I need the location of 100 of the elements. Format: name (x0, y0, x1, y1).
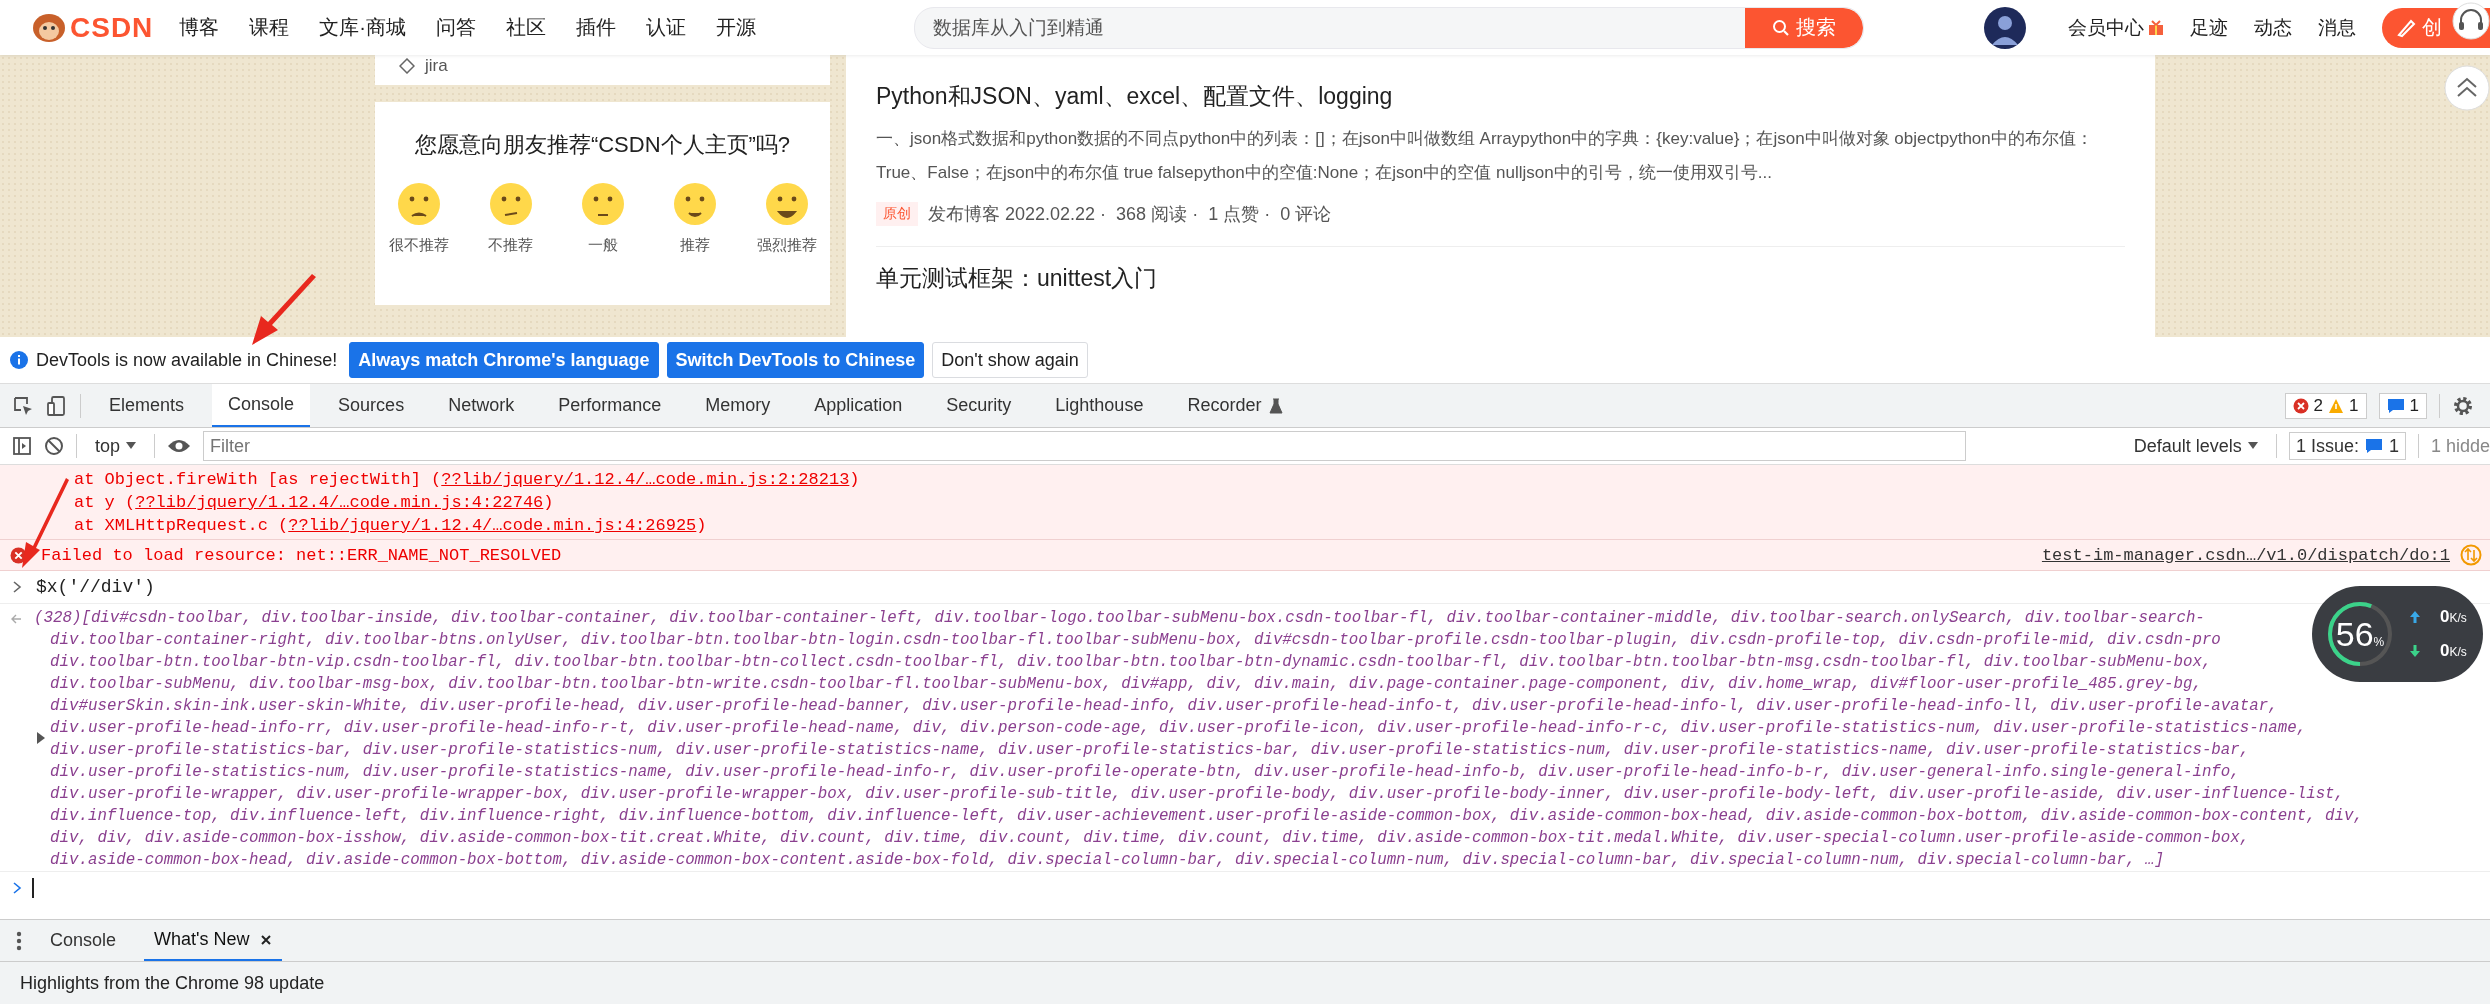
prompt-chevron-icon (12, 581, 22, 593)
info-button[interactable]: Don't show again (932, 342, 1088, 378)
devtools-tab[interactable]: Recorder (1171, 384, 1300, 427)
nav-link[interactable]: 博客 (179, 14, 220, 41)
survey-question: 您愿意向朋友推荐“CSDN个人主页”吗? (414, 131, 791, 159)
source-link[interactable]: ??lib/jquery/1.12.4/…code.min.js:2:28213 (441, 470, 850, 489)
result-line: div.influence-top, div.influence-left, div.influence-right, div.influence-bottom, div.influence-left, div.user-achievement.user-profile-aside-common-box, div.aside-common-box-head, div.aside-common-box-bottom, div.aside-common-box-content, div, (50, 806, 2364, 827)
nav-link[interactable]: 文库·商城 (319, 14, 406, 41)
info-button[interactable]: Always match Chrome's language (349, 342, 659, 378)
error-icon (2292, 397, 2309, 414)
source-link[interactable]: ??lib/jquery/1.12.4/…code.min.js:4:22746 (135, 493, 544, 512)
article-stat: 0 评论 (1280, 203, 1332, 226)
devtools-tab[interactable]: Lighthouse (1039, 384, 1160, 427)
command-text: $x('//div') (36, 577, 155, 597)
stack-trace-line: at XMLHttpRequest.c (??lib/jquery/1.12.4/…code.min.js:4:26925) (74, 515, 708, 537)
emoji-icon (488, 182, 533, 226)
close-icon[interactable] (259, 933, 272, 946)
monkey-logo-icon (32, 12, 66, 43)
warning-count: 1 (2349, 395, 2359, 416)
inspect-icon[interactable] (12, 394, 34, 417)
original-badge: 原创 (876, 202, 918, 226)
emoji-icon (764, 182, 809, 226)
log-levels-dropdown[interactable]: Default levels (2127, 434, 2264, 458)
download-icon (2410, 645, 2420, 657)
article-title[interactable]: 单元测试框架：unittest入门 (876, 263, 2125, 294)
rating-option[interactable]: 强烈推荐 (751, 182, 822, 255)
result-line: div.user-profile-wrapper, div.user-profile-wrapper-box, div.user-profile-wrapper-box, div.user-profile-sub-title, div.user-profile-body, div.user-profile-body-inner, div.user-profile-body-left, div.user-profile-aside, div.user-influence-list, (50, 784, 2345, 805)
rating-option[interactable]: 推荐 (659, 182, 730, 255)
info-icon (10, 351, 28, 369)
whats-new-message: Highlights from the Chrome 98 update (20, 972, 325, 994)
devtools-tab[interactable]: Performance (542, 384, 678, 427)
rating-option[interactable]: 很不推荐 (383, 182, 454, 255)
context-dropdown[interactable]: top (89, 434, 143, 458)
avatar[interactable] (1984, 6, 2026, 49)
nav-link[interactable]: 社区 (506, 14, 546, 41)
rating-option[interactable]: 一般 (567, 182, 638, 255)
devtools-tab[interactable]: Network (432, 384, 531, 427)
annotation-arrow (252, 274, 316, 345)
result-line: div.user-profile-head-info-rr, div.user-profile-head-info-r-t, div.user-profile-head-name, div, div.person-code-age, div.user-profile-icon, div.user-profile-head-info-r-c, div.user-profile-statistics-num, div.user-profile-statistics-name, (50, 718, 2307, 739)
expand-icon[interactable] (36, 732, 46, 744)
article-summary: 一、json格式数据和python数据的不同点python中的列表：[]；在json中叫做数组 Arraypython中的字典：{key:value}；在json中叫做对象 objectpython中的布尔值：True、False；在json中的布尔值 true falsepython中的空值:None；在json中的空值 nulljson中的引号，统一使用双引号... (876, 128, 2094, 184)
result-arrow-icon (10, 613, 22, 625)
header-link[interactable]: 足迹 (2190, 14, 2228, 41)
source-link[interactable]: test-im-manager.csdn…/v1.0/dispatch/do:1 (2041, 545, 2450, 565)
filter-field[interactable]: Filter (203, 431, 1966, 461)
source-link[interactable]: ??lib/jquery/1.12.4/…code.min.js:4:26925 (288, 516, 697, 535)
stack-trace-line: at y (??lib/jquery/1.12.4/…code.min.js:4:22746) (74, 492, 555, 514)
devtools-tab[interactable]: Console (212, 384, 311, 427)
upload-icon (2410, 611, 2420, 623)
devtools-tab[interactable]: Memory (689, 384, 787, 427)
message-icon (2364, 438, 2383, 454)
more-icon[interactable] (16, 930, 22, 951)
prompt-chevron-icon (12, 882, 22, 894)
error-count: 2 (2313, 395, 2324, 416)
tag-icon (399, 58, 415, 74)
download-rate: 0K/s (2440, 641, 2467, 661)
header-link[interactable]: 消息 (2318, 14, 2356, 41)
issues-button[interactable]: 1 Issue: 1 (2288, 432, 2406, 460)
upload-rate: 0K/s (2440, 607, 2467, 627)
article-title[interactable]: Python和JSON、yaml、excel、配置文件、logging (876, 81, 2125, 112)
message-counter[interactable]: 1 (2378, 392, 2427, 419)
device-icon[interactable] (46, 394, 68, 417)
nav-link[interactable]: 开源 (716, 14, 756, 41)
emoji-icon (396, 182, 441, 226)
devtools-tab[interactable]: Security (930, 384, 1028, 427)
devtools-tab[interactable]: Sources (322, 384, 421, 427)
result-line: (328)[div#csdn-toolbar, div.toolbar-inside, div.toolbar-container, div.toolbar-container-left, div.toolbar-logo.toolbar-subMenu-box.csdn-toolbar-fl, div.toolbar-container-middle, div.toolbar-search.onlySearch, div.toolbar-search- (34, 608, 2205, 629)
settings-icon[interactable] (2452, 394, 2474, 417)
header-link[interactable]: 会员中心 (2068, 14, 2144, 41)
emoji-icon (672, 182, 717, 226)
result-line: div.user-profile-statistics-num, div.user-profile-statistics-name, div.user-profile-head-info-r, div.user-profile-operate-btn, div.user-profile-head-info-b, div.user-profile-head-info-b-r, div.user-general-info.single-general-info, (50, 762, 2240, 783)
article-stat: 1 点赞 · (1208, 203, 1271, 226)
drawer-tab[interactable]: Console (40, 920, 127, 961)
header-link[interactable]: 动态 (2254, 14, 2292, 41)
nav-link[interactable]: 问答 (436, 14, 476, 41)
search-icon (1772, 18, 1790, 37)
info-button[interactable]: Switch DevTools to Chinese (666, 342, 925, 378)
tag-label[interactable]: jira (425, 56, 448, 76)
issue-counter[interactable]: 2 1 (2284, 392, 2367, 419)
result-line: div.toolbar-container-right, div.toolbar-btns.onlyUser, div.toolbar-btn.toolbar-btn-login.csdn-toolbar-fl.toolbar-subMenu-box, div#csdn-toolbar-profile.csdn-toolbar-plugin, div.csdn-profile-top, div.csdn-profile-mid, div.csdn-pro (50, 630, 2221, 651)
emoji-icon (580, 182, 625, 226)
network-icon (2460, 544, 2482, 566)
clear-console-icon[interactable] (44, 436, 64, 456)
caret-icon (126, 442, 137, 450)
stack-trace-line: at Object.fireWith [as rejectWith] (??lib/jquery/1.12.4/…code.min.js:2:28213) (74, 469, 861, 491)
devtools-tab[interactable]: Elements (93, 384, 201, 427)
headset-icon[interactable] (2452, 2, 2490, 40)
article-stat: 发布博客 2022.02.22 · (928, 203, 1107, 226)
nav-link[interactable]: 认证 (646, 14, 686, 41)
nav-link[interactable]: 插件 (576, 14, 616, 41)
eye-icon[interactable] (167, 438, 192, 454)
pen-icon (2396, 17, 2416, 38)
hidden-count: 1 hidde (2430, 435, 2490, 457)
nav-link[interactable]: 课程 (249, 14, 290, 41)
usage-percent: 56% (2335, 614, 2385, 654)
collapse-icon[interactable] (2444, 65, 2490, 111)
sidebar-toggle-icon[interactable] (12, 436, 32, 456)
rating-option[interactable]: 不推荐 (475, 182, 546, 255)
devtools-tab[interactable]: Application (798, 384, 919, 427)
info-message: DevTools is now available in Chinese! (36, 349, 338, 371)
